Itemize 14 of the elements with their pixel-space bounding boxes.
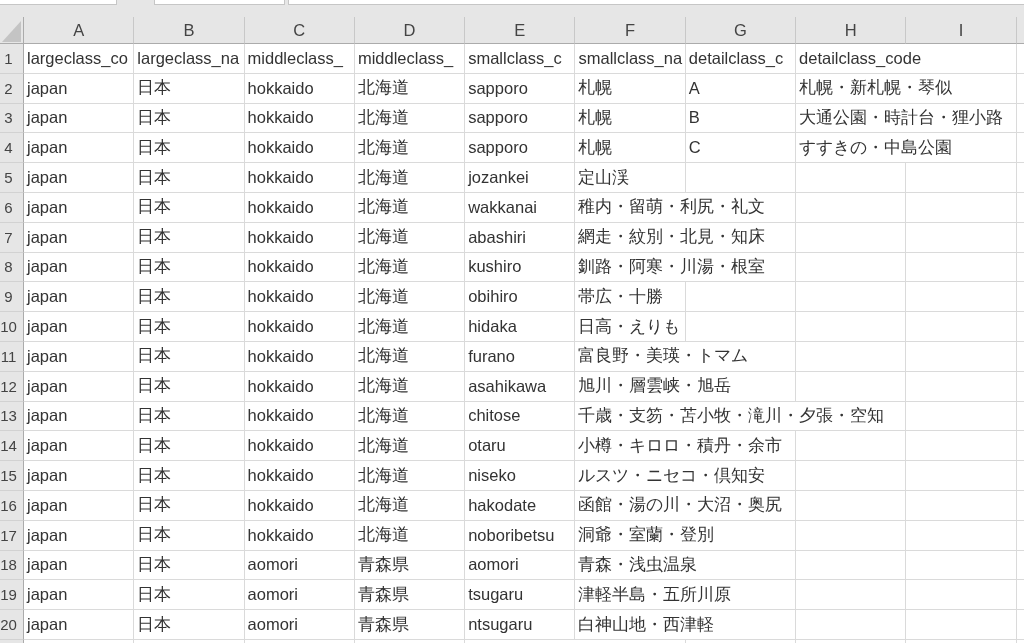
- name-box-field[interactable]: [0, 0, 117, 5]
- formula-bar-field[interactable]: [288, 0, 1024, 5]
- table-cell: wakkanai: [465, 193, 576, 223]
- table-cell: tsugaru: [465, 580, 576, 611]
- table-cell: sapporo: [465, 103, 576, 134]
- table-cell: furano: [465, 341, 576, 372]
- table-cell: sapporo: [465, 133, 576, 164]
- table-cell: sapporo: [465, 73, 576, 104]
- table-cell: otaru: [465, 431, 576, 462]
- table-cell: obihiro: [465, 282, 576, 313]
- table-cell: smallclass_c: [465, 44, 576, 74]
- input-field[interactable]: [154, 0, 285, 5]
- table-cell: jozankei: [465, 163, 576, 193]
- triangle-icon[interactable]: [2, 21, 21, 42]
